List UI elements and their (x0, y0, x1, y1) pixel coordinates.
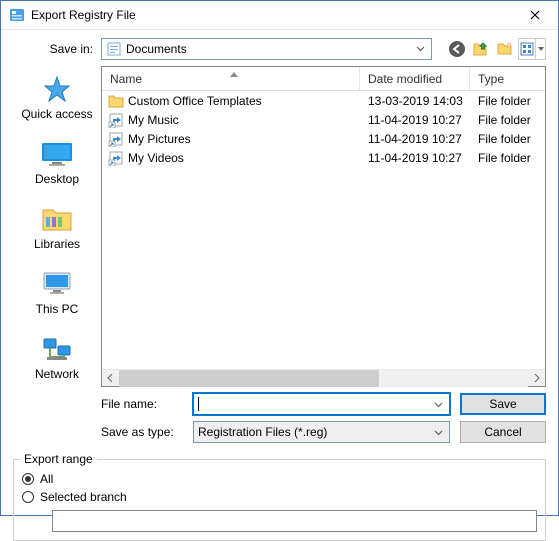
file-name: My Music (128, 113, 179, 127)
back-button[interactable] (446, 38, 468, 60)
file-row[interactable]: Custom Office Templates 13-03-2019 14:03F… (102, 91, 545, 110)
file-date: 11-04-2019 10:27 (360, 151, 470, 165)
chevron-down-icon (535, 39, 545, 59)
file-row[interactable]: My Music 11-04-2019 10:27File folder (102, 110, 545, 129)
place-libraries[interactable]: Libraries (13, 198, 101, 257)
horizontal-scrollbar[interactable] (102, 369, 545, 386)
sort-indicator-icon (230, 66, 238, 80)
place-quick-access[interactable]: Quick access (13, 68, 101, 127)
this-pc-icon (39, 269, 75, 299)
radio-all[interactable] (22, 473, 34, 485)
place-desktop[interactable]: Desktop (13, 133, 101, 192)
column-header-date[interactable]: Date modified (360, 67, 470, 90)
shortcut-icon (108, 112, 124, 128)
libraries-icon (39, 204, 75, 234)
shortcut-icon (108, 131, 124, 147)
radio-selected-branch-row[interactable]: Selected branch (22, 488, 537, 506)
save-as-type-label: Save as type: (101, 425, 193, 439)
file-type: File folder (470, 151, 545, 165)
file-type: File folder (470, 94, 545, 108)
regedit-icon (9, 7, 25, 23)
radio-selected-branch[interactable] (22, 491, 34, 503)
save-as-type-combo[interactable]: Registration Files (*.reg) (193, 421, 450, 443)
cancel-button[interactable]: Cancel (460, 421, 546, 443)
save-in-value: Documents (126, 42, 411, 56)
file-name: My Videos (128, 151, 184, 165)
folder-icon (108, 93, 124, 109)
window-title: Export Registry File (31, 8, 514, 22)
file-name-label: File name: (101, 397, 193, 411)
export-range-group: Export range All Selected branch (13, 459, 546, 541)
file-name-input[interactable] (193, 393, 450, 415)
shortcut-icon (108, 150, 124, 166)
scroll-left-icon[interactable] (102, 370, 119, 387)
file-list-pane: Name Date modified Type Custom Office Te… (101, 66, 546, 387)
file-name: Custom Office Templates (128, 94, 262, 108)
chevron-down-icon (411, 40, 429, 58)
save-in-combo[interactable]: Documents (101, 38, 432, 60)
column-header-type[interactable]: Type (470, 67, 545, 90)
columns-header: Name Date modified Type (102, 67, 545, 91)
quick-access-icon (39, 74, 75, 104)
radio-all-row[interactable]: All (22, 470, 537, 488)
chevron-down-icon[interactable] (430, 424, 447, 441)
save-button[interactable]: Save (460, 393, 546, 415)
export-range-legend: Export range (20, 452, 97, 466)
file-date: 13-03-2019 14:03 (360, 94, 470, 108)
radio-selected-branch-label: Selected branch (40, 490, 127, 504)
place-network[interactable]: Network (13, 328, 101, 387)
file-type: File folder (470, 132, 545, 146)
documents-icon (106, 41, 122, 57)
places-bar: Quick access Desktop Libraries (13, 66, 101, 387)
new-folder-button[interactable] (494, 38, 516, 60)
chevron-down-icon[interactable] (430, 396, 447, 413)
file-list[interactable]: Custom Office Templates13-03-2019 14:03F… (102, 91, 545, 369)
file-row[interactable]: My Videos 11-04-2019 10:27File folder (102, 148, 545, 167)
up-one-level-button[interactable] (470, 38, 492, 60)
file-type: File folder (470, 113, 545, 127)
desktop-icon (39, 139, 75, 169)
file-name: My Pictures (128, 132, 191, 146)
close-button[interactable] (514, 1, 556, 29)
network-icon (39, 334, 75, 364)
radio-all-label: All (40, 472, 53, 486)
save-in-label: Save in: (13, 42, 101, 56)
place-this-pc[interactable]: This PC (13, 263, 101, 322)
view-menu-button[interactable] (518, 38, 546, 60)
selected-branch-input[interactable] (52, 510, 537, 532)
export-registry-dialog: Export Registry File Save in: Documents (0, 0, 559, 516)
file-date: 11-04-2019 10:27 (360, 113, 470, 127)
file-date: 11-04-2019 10:27 (360, 132, 470, 146)
file-row[interactable]: My Pictures 11-04-2019 10:27File folder (102, 129, 545, 148)
titlebar: Export Registry File (1, 1, 558, 30)
scroll-right-icon[interactable] (528, 370, 545, 387)
scroll-thumb[interactable] (119, 370, 379, 387)
